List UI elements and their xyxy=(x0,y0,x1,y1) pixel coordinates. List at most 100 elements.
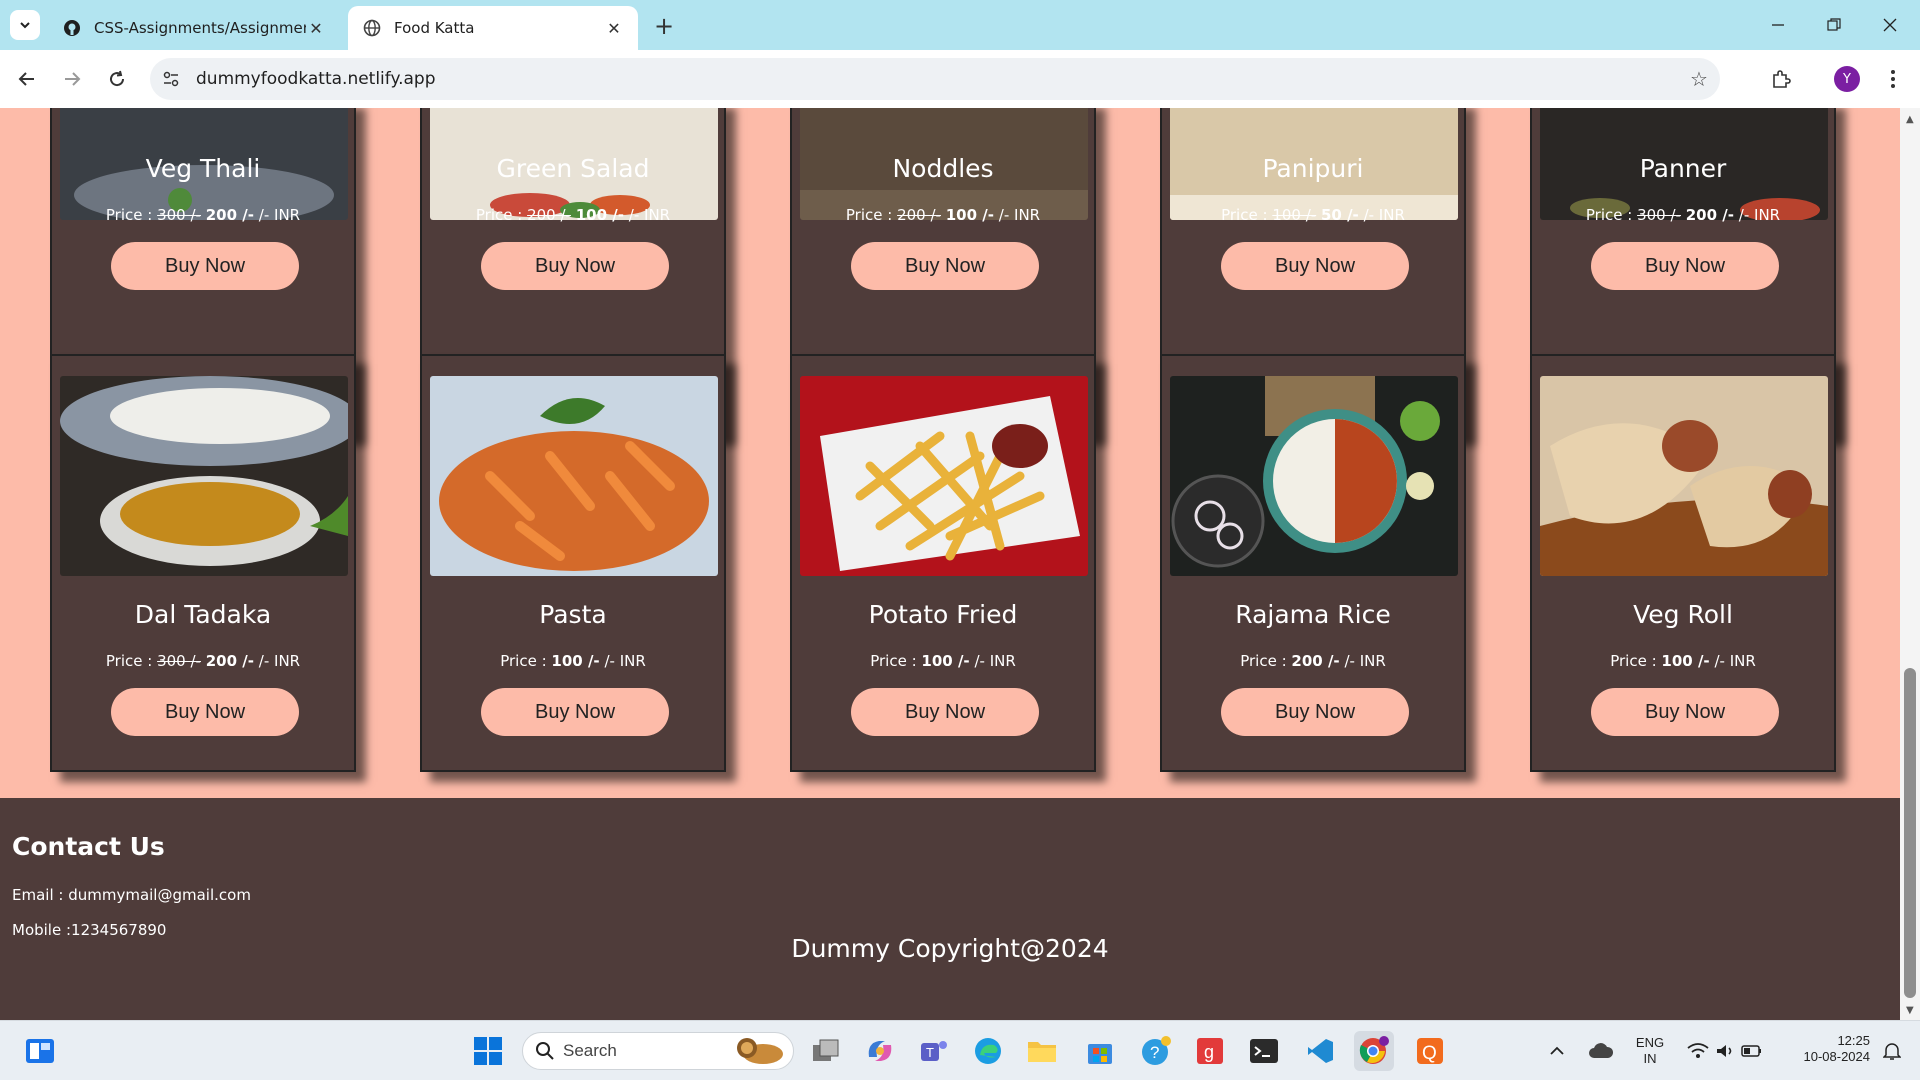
food-name: Veg Roll xyxy=(1633,600,1733,629)
food-price: Price : 200 /- 100 /- /- INR xyxy=(422,206,724,224)
notifications-button[interactable] xyxy=(1876,1031,1908,1071)
puzzle-icon xyxy=(1773,70,1791,88)
store-button[interactable] xyxy=(1080,1031,1120,1071)
price-label: Price : xyxy=(870,652,917,670)
file-explorer-button[interactable] xyxy=(1022,1031,1062,1071)
copilot-button[interactable] xyxy=(860,1031,900,1071)
extensions-button[interactable] xyxy=(1764,62,1798,96)
old-price: 300 /- xyxy=(1637,206,1681,224)
tab-search-button[interactable] xyxy=(10,10,40,40)
restore-icon xyxy=(1827,18,1841,31)
back-button[interactable] xyxy=(10,62,44,96)
buy-now-button[interactable]: Buy Now xyxy=(1221,688,1409,736)
food-price: Price : 200 /- /- INR xyxy=(1162,652,1464,670)
old-price: 300 /- xyxy=(157,206,201,224)
address-bar[interactable]: dummyfoodkatta.netlify.app ☆ xyxy=(150,58,1720,100)
new-tab-button[interactable]: + xyxy=(650,12,678,40)
grammarly-button[interactable]: g xyxy=(1190,1031,1230,1071)
forward-button[interactable] xyxy=(55,62,89,96)
reload-icon xyxy=(110,70,125,87)
svg-text:Q: Q xyxy=(1422,1043,1437,1064)
rajma-rice-image xyxy=(1170,376,1458,576)
browser-menu-button[interactable] xyxy=(1876,62,1910,96)
buy-now-button[interactable]: Buy Now xyxy=(111,688,299,736)
profile-button[interactable]: Y xyxy=(1830,62,1864,96)
food-price: Price : 100 /- /- INR xyxy=(1532,652,1834,670)
buy-now-button[interactable]: Buy Now xyxy=(1591,242,1779,290)
current-price: 100 /- xyxy=(551,652,600,670)
food-card: Veg Roll Price : 100 /- /- INR Buy Now xyxy=(1530,354,1836,772)
pasta-image xyxy=(430,376,718,576)
close-tab-icon[interactable]: ✕ xyxy=(306,18,326,38)
arrow-left-icon xyxy=(18,72,34,86)
onedrive-button[interactable] xyxy=(1584,1031,1618,1071)
folder-icon xyxy=(1028,1042,1056,1062)
widgets-button[interactable] xyxy=(20,1031,60,1071)
windows-taskbar: Search T ? g Q ENG IN 12:25 10-08-2024 xyxy=(0,1020,1920,1080)
buy-now-button[interactable]: Buy Now xyxy=(851,242,1039,290)
food-card: Pasta Price : 100 /- /- INR Buy Now xyxy=(420,354,726,772)
wifi-icon xyxy=(1687,1043,1709,1058)
current-price: 200 /- xyxy=(205,652,254,670)
clock-time: 12:25 xyxy=(1837,1033,1870,1048)
price-label: Price : xyxy=(1240,652,1287,670)
edge-button[interactable] xyxy=(968,1031,1008,1071)
taskbar-search[interactable]: Search xyxy=(522,1032,794,1070)
minimize-button[interactable] xyxy=(1750,0,1806,50)
vscode-button[interactable] xyxy=(1300,1031,1340,1071)
buy-now-button[interactable]: Buy Now xyxy=(851,688,1039,736)
close-window-button[interactable] xyxy=(1862,0,1918,50)
language-indicator[interactable]: ENG IN xyxy=(1628,1035,1672,1067)
tab-food-katta[interactable]: Food Katta ✕ xyxy=(348,6,638,50)
teams-button[interactable]: T xyxy=(914,1031,954,1071)
quick-settings-button[interactable] xyxy=(1682,1031,1768,1071)
buy-now-button[interactable]: Buy Now xyxy=(481,688,669,736)
avatar: Y xyxy=(1834,66,1860,92)
svg-text:?: ? xyxy=(1150,1043,1159,1062)
close-tab-icon[interactable]: ✕ xyxy=(604,18,624,38)
task-view-button[interactable] xyxy=(806,1031,846,1071)
lion-illustration-icon xyxy=(737,1038,783,1064)
reload-button[interactable] xyxy=(100,62,134,96)
current-price: 50 /- xyxy=(1320,206,1359,224)
svg-text:g: g xyxy=(1204,1042,1214,1062)
buy-now-button[interactable]: Buy Now xyxy=(1591,688,1779,736)
tab-github[interactable]: CSS-Assignments/Assignment9 ✕ xyxy=(48,6,340,50)
scroll-down-arrow-icon[interactable]: ▼ xyxy=(1906,1005,1914,1016)
price-label: Price : xyxy=(500,652,547,670)
buy-now-button[interactable]: Buy Now xyxy=(1221,242,1409,290)
buy-now-button[interactable]: Buy Now xyxy=(481,242,669,290)
help-icon: ? xyxy=(1142,1036,1171,1065)
show-hidden-icons-button[interactable] xyxy=(1542,1031,1572,1071)
scroll-thumb[interactable] xyxy=(1904,668,1916,998)
github-icon xyxy=(62,18,82,38)
restore-button[interactable] xyxy=(1806,0,1862,50)
page-scrollbar[interactable]: ▲ ▼ xyxy=(1900,108,1920,1020)
clock[interactable]: 12:25 10-08-2024 xyxy=(1780,1033,1871,1065)
buy-now-button[interactable]: Buy Now xyxy=(111,242,299,290)
food-price: Price : 300 /- 200 /- /- INR xyxy=(52,652,354,670)
currency-suffix: /- INR xyxy=(1714,652,1756,670)
price-label: Price : xyxy=(475,206,523,224)
start-button[interactable] xyxy=(468,1031,508,1071)
help-app-button[interactable]: ? xyxy=(1136,1031,1176,1071)
task-view-icon xyxy=(813,1039,839,1061)
food-price: Price : 100 /- /- INR xyxy=(422,652,724,670)
food-name: Veg Thali xyxy=(145,154,261,183)
site-info-icon[interactable] xyxy=(150,58,192,100)
price-label: Price : xyxy=(105,206,153,224)
currency-suffix: /- INR xyxy=(258,206,301,224)
site-footer: Contact Us Email : dummymail@gmail.com M… xyxy=(0,798,1900,1020)
food-card: Potato Fried Price : 100 /- /- INR Buy N… xyxy=(790,354,1096,772)
bookmark-star-icon[interactable]: ☆ xyxy=(1678,58,1720,100)
chrome-button[interactable] xyxy=(1354,1031,1394,1071)
food-name: Panner xyxy=(1639,154,1727,183)
windows-logo-icon xyxy=(474,1037,502,1065)
globe-icon xyxy=(362,18,382,38)
grammarly-icon: g xyxy=(1197,1038,1223,1064)
q-app-icon: Q xyxy=(1417,1038,1443,1064)
more-vertical-icon xyxy=(1891,70,1895,88)
terminal-button[interactable] xyxy=(1244,1031,1284,1071)
scroll-up-arrow-icon[interactable]: ▲ xyxy=(1906,114,1914,125)
q-app-button[interactable]: Q xyxy=(1410,1031,1450,1071)
